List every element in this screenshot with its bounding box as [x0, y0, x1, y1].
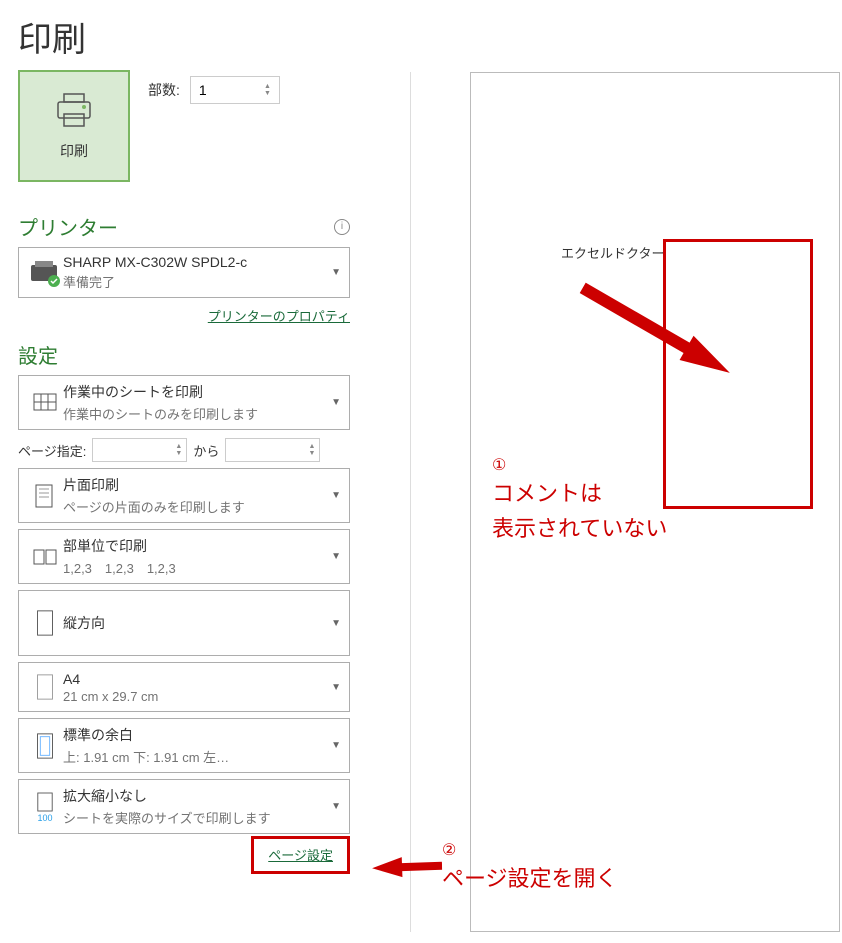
sides-title: 片面印刷 — [63, 475, 327, 495]
annotation-2: ② ページ設定を開く — [442, 840, 618, 895]
chevron-down-icon: ▼ — [331, 740, 341, 751]
page-setup-highlight: ページ設定 — [251, 836, 350, 874]
margins-selector[interactable]: 標準の余白 上: 1.91 cm 下: 1.91 cm 左… ▼ — [18, 718, 350, 773]
copies-label: 部数: — [148, 80, 180, 100]
single-side-icon — [27, 478, 63, 514]
printer-icon — [54, 92, 94, 133]
copies-spinner[interactable]: ▲▼ — [264, 83, 271, 97]
scaling-title: 拡大縮小なし — [63, 786, 327, 806]
printer-device-icon — [27, 255, 63, 291]
annotation-2-num: ② — [442, 840, 618, 860]
annotation-2-text: ページ設定を開く — [442, 864, 618, 895]
orientation-selector[interactable]: 縦方向 ▼ — [18, 590, 350, 656]
printer-name: SHARP MX-C302W SPDL2-c — [63, 254, 327, 270]
chevron-down-icon: ▼ — [331, 801, 341, 812]
printer-selector[interactable]: SHARP MX-C302W SPDL2-c 準備完了 ▼ — [18, 247, 350, 298]
chevron-down-icon: ▼ — [331, 618, 341, 629]
page-to-input[interactable]: ▲▼ — [225, 438, 320, 462]
annotation-1-num: ① — [492, 455, 667, 475]
scope-sub: 作業中のシートのみを印刷します — [63, 404, 327, 423]
annotation-1-line2: 表示されていない — [492, 514, 667, 545]
sheet-icon — [27, 385, 63, 421]
chevron-down-icon: ▼ — [331, 682, 341, 693]
scale-badge: 100 — [37, 813, 52, 823]
annotation-arrow-2 — [371, 846, 442, 883]
sides-sub: ページの片面のみを印刷します — [63, 497, 327, 516]
page-from-input[interactable]: ▲▼ — [92, 438, 187, 462]
chevron-down-icon: ▼ — [331, 490, 341, 501]
annotation-1-line1: コメントは — [492, 479, 667, 510]
annotation-1: ① コメントは 表示されていない — [492, 455, 667, 545]
preview-header-text: エクセルドクター — [561, 243, 664, 262]
scope-title: 作業中のシートを印刷 — [63, 382, 327, 402]
paper-sub: 21 cm x 29.7 cm — [63, 689, 327, 704]
print-button-label: 印刷 — [60, 141, 88, 161]
paper-size-selector[interactable]: A4 21 cm x 29.7 cm ▼ — [18, 662, 350, 712]
margins-sub: 上: 1.91 cm 下: 1.91 cm 左… — [63, 747, 327, 766]
orientation-title: 縦方向 — [63, 613, 327, 633]
page-title: 印刷 — [0, 0, 842, 69]
printer-section-title: プリンター — [18, 212, 118, 241]
collate-title: 部単位で印刷 — [63, 536, 327, 556]
collate-icon — [27, 539, 63, 575]
portrait-icon — [27, 605, 63, 641]
page-range-label: ページ指定: — [18, 441, 86, 460]
chevron-down-icon: ▼ — [331, 551, 341, 562]
page-setup-link[interactable]: ページ設定 — [268, 848, 333, 863]
paper-title: A4 — [63, 671, 327, 687]
printer-properties-link[interactable]: プリンターのプロパティ — [208, 309, 350, 324]
collate-selector[interactable]: 部単位で印刷 1,2,3 1,2,3 1,2,3 ▼ — [18, 529, 350, 584]
copies-value: 1 — [199, 82, 207, 98]
page-range-separator: から — [193, 441, 219, 460]
chevron-down-icon: ▼ — [331, 397, 341, 408]
a4-icon — [27, 669, 63, 705]
margins-icon — [27, 728, 63, 764]
margins-title: 標準の余白 — [63, 725, 327, 745]
printer-status: 準備完了 — [63, 272, 327, 291]
scaling-selector[interactable]: 100 拡大縮小なし シートを実際のサイズで印刷します ▼ — [18, 779, 350, 834]
sides-selector[interactable]: 片面印刷 ページの片面のみを印刷します ▼ — [18, 468, 350, 523]
collate-sub: 1,2,3 1,2,3 1,2,3 — [63, 558, 327, 577]
chevron-down-icon: ▼ — [331, 267, 341, 278]
scaling-sub: シートを実際のサイズで印刷します — [63, 808, 327, 827]
vertical-divider — [410, 72, 411, 932]
scale-icon: 100 — [27, 789, 63, 825]
print-button[interactable]: 印刷 — [18, 70, 130, 182]
settings-section-title: 設定 — [18, 340, 388, 369]
info-icon[interactable]: i — [334, 219, 350, 235]
print-scope-selector[interactable]: 作業中のシートを印刷 作業中のシートのみを印刷します ▼ — [18, 375, 350, 430]
copies-input[interactable]: 1 ▲▼ — [190, 76, 280, 104]
